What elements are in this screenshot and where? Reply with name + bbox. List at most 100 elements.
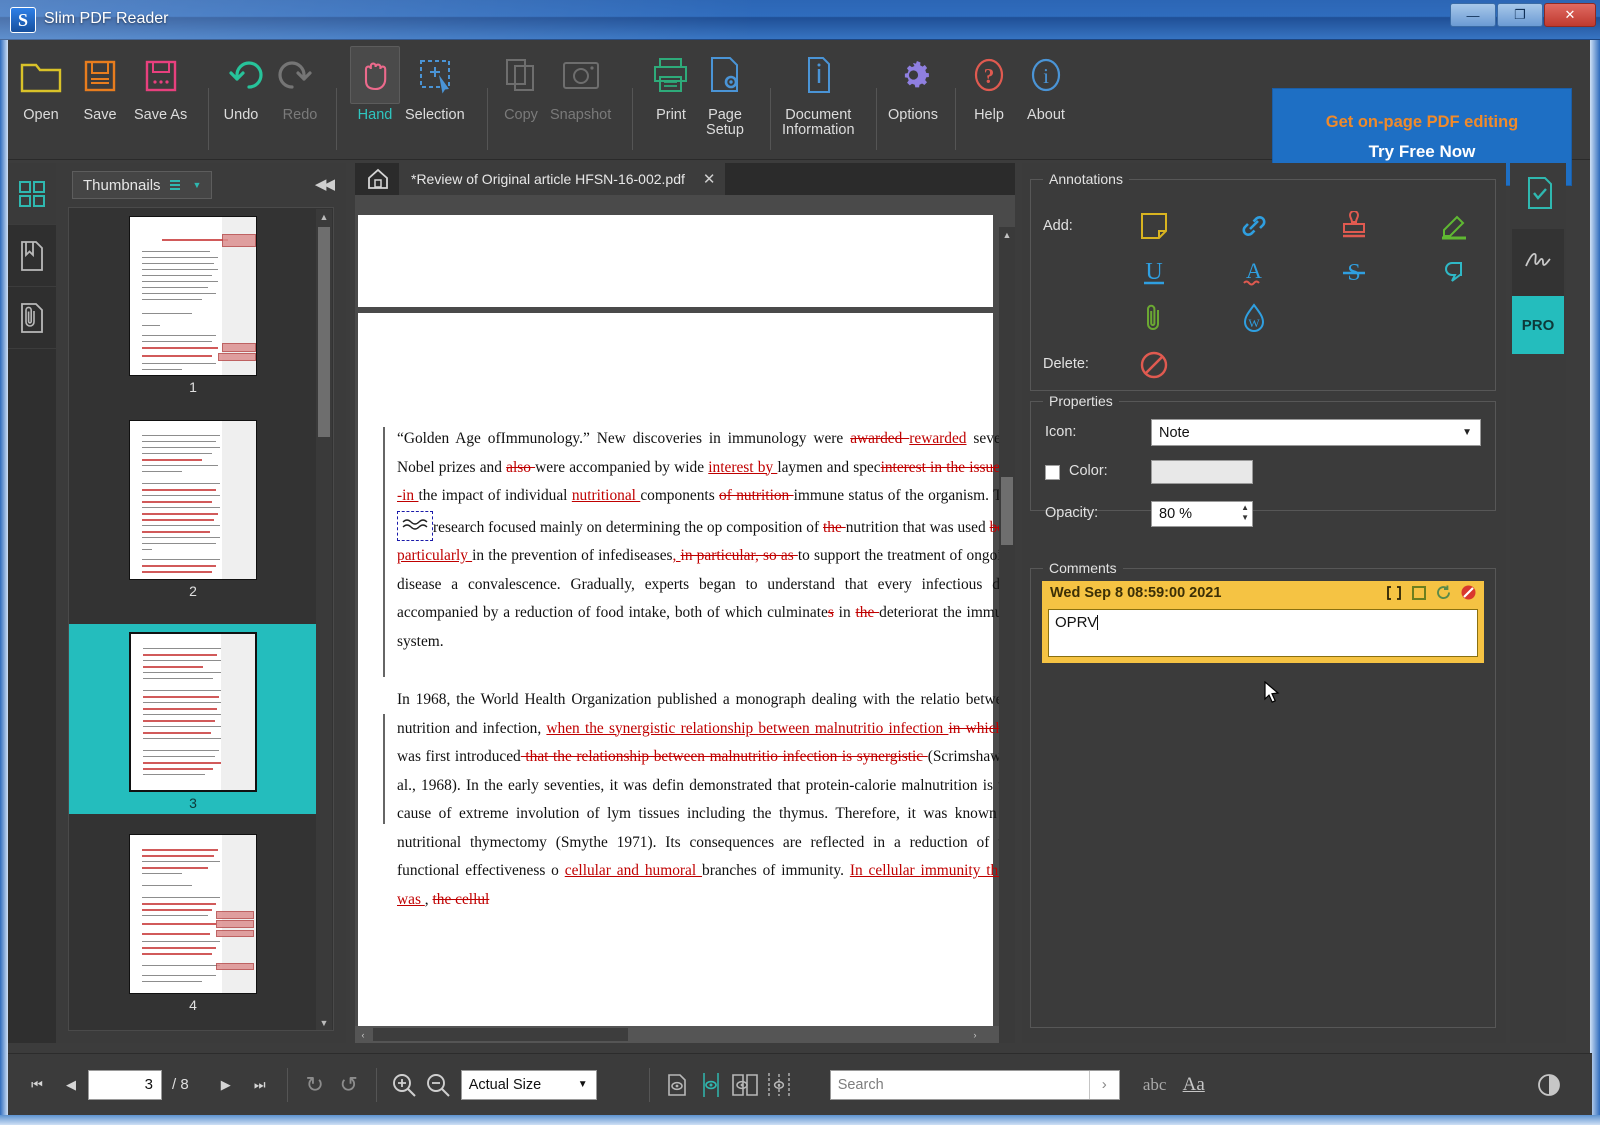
scroll-up-arrow[interactable]: ▲ bbox=[999, 227, 1015, 243]
search-input[interactable]: Search › bbox=[829, 1069, 1120, 1100]
sticky-note-annotation[interactable] bbox=[397, 510, 433, 541]
options-button[interactable]: Options bbox=[888, 46, 938, 123]
page-horizontal-scrollbar[interactable]: ‹ › bbox=[355, 1026, 999, 1043]
link-icon[interactable] bbox=[1231, 206, 1277, 246]
two-page-icon[interactable] bbox=[728, 1068, 762, 1102]
thumbnails-list[interactable]: 1 2 3 4 ▲ ▼ bbox=[68, 207, 334, 1031]
squiggly-icon[interactable]: A bbox=[1231, 252, 1277, 292]
hand-tool-button[interactable]: Hand bbox=[350, 46, 400, 123]
close-button[interactable]: ✕ bbox=[1544, 3, 1596, 27]
scrollbar-thumb[interactable] bbox=[1001, 477, 1013, 545]
underline-icon[interactable]: U bbox=[1131, 252, 1177, 292]
square-icon[interactable] bbox=[1411, 585, 1427, 604]
stepper-arrows[interactable]: ▲ ▼ bbox=[1241, 503, 1249, 523]
delete-annotation-icon[interactable] bbox=[1131, 345, 1177, 385]
rotate-counterclockwise-button[interactable]: ↺ bbox=[332, 1068, 366, 1102]
attachment-icon[interactable] bbox=[1131, 298, 1177, 338]
watermark-icon[interactable]: W bbox=[1231, 298, 1277, 338]
about-button[interactable]: i About bbox=[1023, 46, 1069, 123]
page-area[interactable]: “Golden Age ofImmunology.” New discoveri… bbox=[355, 195, 1015, 1043]
thumbnails-scrollbar[interactable]: ▲ ▼ bbox=[316, 209, 332, 1030]
change-bar bbox=[383, 427, 385, 677]
scrollbar-thumb[interactable] bbox=[318, 227, 330, 437]
open-button[interactable]: Open bbox=[18, 46, 64, 123]
review-check-icon[interactable] bbox=[1518, 167, 1562, 219]
thumbnail-page-3[interactable]: 3 bbox=[69, 624, 317, 814]
last-page-button[interactable]: ⏭ bbox=[243, 1068, 277, 1102]
callout-icon[interactable] bbox=[1431, 252, 1477, 292]
thumbnail-page-4[interactable]: 4 bbox=[69, 834, 317, 1013]
page-number-input[interactable]: 3 bbox=[88, 1069, 162, 1100]
contrast-icon[interactable] bbox=[1532, 1068, 1566, 1102]
properties-title: Properties bbox=[1043, 393, 1119, 409]
match-case-icon[interactable]: Aa bbox=[1176, 1068, 1212, 1102]
attachments-panel-icon[interactable] bbox=[8, 287, 56, 349]
help-button[interactable]: ? Help bbox=[966, 46, 1012, 123]
sticky-note-icon[interactable] bbox=[1131, 206, 1177, 246]
two-page-continuous-icon[interactable] bbox=[762, 1068, 796, 1102]
highlight-icon[interactable] bbox=[1431, 206, 1477, 246]
page-vertical-scrollbar[interactable]: ▲ ▼ bbox=[999, 227, 1015, 1043]
rotate-clockwise-button[interactable]: ↻ bbox=[298, 1068, 332, 1102]
comment-text-input[interactable]: OPRV bbox=[1048, 609, 1478, 657]
comment-card[interactable]: Wed Sep 8 08:59:00 2021 OPRV bbox=[1042, 581, 1484, 703]
comment-header: Wed Sep 8 08:59:00 2021 bbox=[1042, 581, 1484, 607]
color-swatch[interactable] bbox=[1151, 460, 1253, 484]
single-page-icon[interactable] bbox=[660, 1068, 694, 1102]
thumbnails-menu-button[interactable]: Thumbnails ▼ bbox=[72, 171, 213, 199]
whole-words-icon[interactable]: abc bbox=[1134, 1068, 1176, 1102]
save-button[interactable]: Save bbox=[78, 46, 122, 123]
refresh-icon[interactable] bbox=[1435, 584, 1452, 604]
print-button[interactable]: Print bbox=[648, 46, 694, 123]
brackets-icon[interactable] bbox=[1385, 585, 1403, 604]
status-bar: ⏮ ◀ 3 / 8 ▶ ⏭ ↻ ↺ Actual Size ▼ Search ›… bbox=[8, 1053, 1592, 1115]
redo-label: Redo bbox=[282, 107, 318, 123]
strikeout-icon[interactable]: S bbox=[1331, 252, 1377, 292]
home-icon[interactable] bbox=[361, 165, 395, 193]
window-left-frame bbox=[0, 40, 8, 1125]
pro-tab[interactable]: PRO bbox=[1512, 296, 1564, 354]
selection-tool-button[interactable]: Selection bbox=[405, 46, 465, 123]
stamp-icon[interactable] bbox=[1331, 206, 1377, 246]
zoom-level-value: Actual Size bbox=[468, 1076, 542, 1093]
collapse-panel-button[interactable]: ◀◀ bbox=[315, 175, 335, 193]
scrollbar-thumb[interactable] bbox=[373, 1028, 628, 1041]
continuous-page-icon[interactable] bbox=[694, 1068, 728, 1102]
close-tab-icon[interactable]: ✕ bbox=[703, 170, 716, 188]
zoom-out-icon[interactable] bbox=[421, 1068, 455, 1102]
selection-tool-label: Selection bbox=[405, 107, 465, 123]
page-setup-button[interactable]: Page Setup bbox=[700, 46, 750, 138]
inserted-text: interest by bbox=[708, 458, 778, 476]
undo-button[interactable]: Undo bbox=[218, 46, 264, 123]
annotations-group: Annotations Add: Delete: U A S W bbox=[1030, 171, 1496, 391]
minimize-button[interactable]: — bbox=[1450, 3, 1496, 27]
page-setup-icon bbox=[700, 46, 750, 104]
signature-icon[interactable] bbox=[1518, 235, 1562, 287]
save-as-button[interactable]: Save As bbox=[134, 46, 187, 123]
thumbnail-page-1[interactable]: 1 bbox=[69, 216, 317, 395]
bookmarks-panel-icon[interactable] bbox=[8, 225, 56, 287]
hand-tool-label: Hand bbox=[357, 107, 393, 123]
thumbnail-preview bbox=[129, 632, 257, 792]
document-tab[interactable]: *Review of Original article HFSN-16-002.… bbox=[399, 163, 726, 195]
thumbnails-panel-icon[interactable] bbox=[8, 163, 56, 225]
scroll-up-arrow[interactable]: ▲ bbox=[316, 209, 332, 225]
previous-page-button[interactable]: ◀ bbox=[54, 1068, 88, 1102]
zoom-level-select[interactable]: Actual Size ▼ bbox=[460, 1069, 597, 1100]
scroll-left-arrow[interactable]: ‹ bbox=[355, 1028, 371, 1041]
icon-select[interactable]: Note ▼ bbox=[1151, 419, 1481, 446]
search-submit-button[interactable]: › bbox=[1088, 1070, 1119, 1099]
zoom-in-icon[interactable] bbox=[387, 1068, 421, 1102]
scroll-down-arrow[interactable]: ▼ bbox=[316, 1015, 332, 1030]
delete-icon[interactable] bbox=[1460, 584, 1477, 604]
inserted-text: cellular and humoral bbox=[564, 862, 703, 879]
document-information-button[interactable]: Document Information bbox=[782, 46, 855, 138]
next-page-button[interactable]: ▶ bbox=[209, 1068, 243, 1102]
opacity-stepper[interactable]: 80 % ▲ ▼ bbox=[1151, 501, 1253, 527]
thumbnail-page-2[interactable]: 2 bbox=[69, 420, 317, 599]
scroll-right-arrow[interactable]: › bbox=[967, 1028, 983, 1041]
color-checkbox[interactable] bbox=[1045, 465, 1060, 480]
first-page-button[interactable]: ⏮ bbox=[20, 1068, 54, 1102]
ribbon-separator bbox=[208, 88, 209, 150]
maximize-button[interactable]: ❐ bbox=[1497, 3, 1543, 27]
